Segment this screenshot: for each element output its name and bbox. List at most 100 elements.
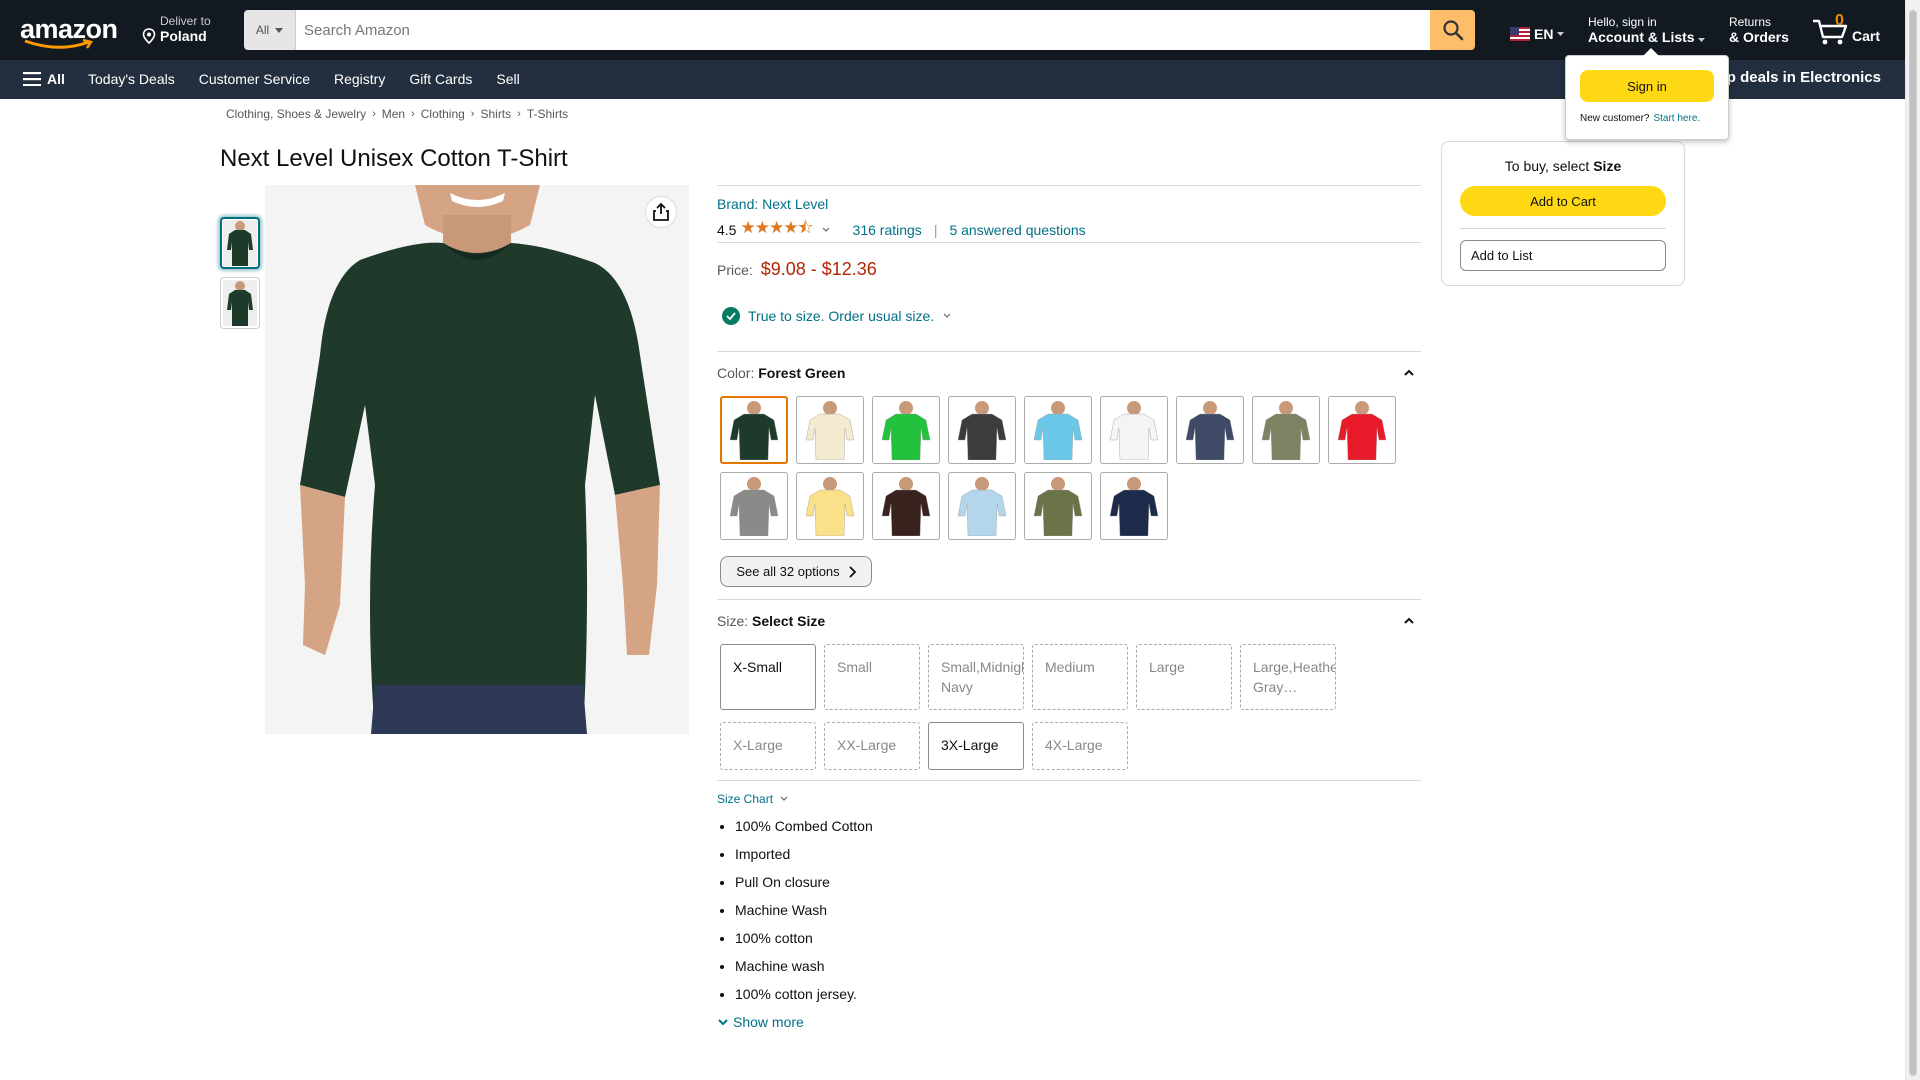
hamburger-menu-icon — [23, 72, 41, 86]
feature-bullet: 100% cotton — [735, 929, 873, 948]
tshirt-swatch-icon — [881, 401, 931, 460]
page-scrollbar[interactable] — [1905, 0, 1920, 1080]
search-category-dropdown[interactable]: All — [244, 10, 296, 50]
search-bar: All — [244, 10, 1475, 50]
scrollbar-thumb[interactable] — [1909, 10, 1917, 1076]
breadcrumb-item[interactable]: Men — [382, 107, 405, 121]
account-lists[interactable]: Hello, sign in Account & Lists — [1588, 15, 1706, 45]
color-swatch[interactable] — [872, 472, 940, 540]
share-button[interactable] — [645, 196, 677, 228]
color-swatch[interactable] — [720, 396, 788, 464]
size-chart-label: Size Chart — [717, 792, 774, 806]
size-option[interactable]: Small,Midnight Navy — [928, 644, 1024, 710]
fit-advice[interactable]: True to size. Order usual size. — [722, 307, 952, 325]
feature-bullet: 100% Combed Cotton — [735, 817, 873, 836]
size-selected: Select Size — [752, 613, 826, 629]
tshirt-swatch-icon — [729, 401, 779, 460]
product-main-image[interactable] — [265, 185, 689, 734]
breadcrumb-separator: › — [372, 108, 376, 120]
tshirt-swatch-icon — [957, 477, 1007, 536]
thumbnail-front[interactable] — [220, 217, 260, 269]
color-swatch[interactable] — [1328, 396, 1396, 464]
all-menu-button[interactable]: All — [23, 71, 65, 87]
color-swatch[interactable] — [1252, 396, 1320, 464]
breadcrumb-item[interactable]: Shirts — [480, 107, 511, 121]
deliver-to[interactable]: Deliver to Poland — [142, 14, 211, 44]
answered-questions-link[interactable]: 5 answered questions — [949, 222, 1085, 238]
search-button[interactable] — [1430, 10, 1475, 50]
amazon-logo[interactable]: amazon — [20, 14, 122, 49]
cart-button[interactable]: 0 Cart — [1812, 12, 1882, 48]
search-input[interactable] — [296, 10, 1430, 50]
feature-bullet: Pull On closure — [735, 873, 873, 892]
feature-bullet: 100% cotton jersey. — [735, 985, 873, 1004]
language-selector[interactable]: EN — [1510, 26, 1565, 42]
color-swatch[interactable] — [1024, 472, 1092, 540]
ratings-count-link[interactable]: 316 ratings — [853, 222, 922, 238]
subnav-link-todays-deals[interactable]: Today's Deals — [88, 71, 175, 87]
chevron-down-icon — [780, 796, 788, 801]
feature-bullet: Machine Wash — [735, 901, 873, 920]
chevron-down-icon[interactable] — [821, 226, 831, 234]
price-row: Price: $9.08 - $12.36 — [717, 259, 877, 280]
size-option[interactable]: X-Large — [720, 722, 816, 770]
size-chart-link[interactable]: Size Chart — [717, 792, 789, 806]
color-swatch[interactable] — [948, 472, 1016, 540]
color-swatches — [720, 396, 1400, 540]
tshirt-swatch-icon — [805, 401, 855, 460]
size-option[interactable]: 3X-Large — [928, 722, 1024, 770]
price-label: Price: — [717, 262, 753, 278]
start-here-link[interactable]: Start here. — [1653, 113, 1700, 124]
size-option[interactable]: Medium — [1032, 644, 1128, 710]
subnav-link-gift-cards[interactable]: Gift Cards — [409, 71, 472, 87]
show-more-link[interactable]: Show more — [717, 1014, 804, 1030]
add-to-list-button[interactable]: Add to List — [1460, 240, 1666, 271]
location-pin-icon — [142, 28, 156, 44]
color-swatch[interactable] — [1100, 396, 1168, 464]
size-option[interactable]: X-Small — [720, 644, 816, 710]
size-option[interactable]: Large — [1136, 644, 1232, 710]
color-swatch[interactable] — [1176, 396, 1244, 464]
tshirt-swatch-icon — [957, 401, 1007, 460]
breadcrumb-item[interactable]: Clothing, Shoes & Jewelry — [226, 107, 366, 121]
account-label: Account & Lists — [1588, 29, 1695, 45]
subnav-link-sell[interactable]: Sell — [496, 71, 519, 87]
breadcrumb-item[interactable]: T-Shirts — [527, 107, 568, 121]
chevron-up-icon[interactable] — [1403, 615, 1415, 627]
thumbnail-back[interactable] — [220, 277, 260, 329]
color-swatch[interactable] — [1024, 396, 1092, 464]
chevron-up-icon[interactable] — [1403, 367, 1415, 379]
color-swatch[interactable] — [796, 396, 864, 464]
brand-link[interactable]: Brand: Next Level — [717, 196, 828, 212]
color-swatch[interactable] — [720, 472, 788, 540]
tshirt-thumbnail-icon — [223, 220, 257, 266]
share-icon — [653, 203, 669, 221]
buy-prompt-prefix: To buy, select — [1504, 158, 1590, 174]
star-rating-icon[interactable]: ★★★★⯪ — [740, 215, 813, 244]
subnav-link-customer-service[interactable]: Customer Service — [199, 71, 310, 87]
color-swatch[interactable] — [948, 396, 1016, 464]
size-option[interactable]: XX-Large — [824, 722, 920, 770]
size-option[interactable]: Small — [824, 644, 920, 710]
size-option[interactable]: 4X-Large — [1032, 722, 1128, 770]
logo-smile-icon — [24, 39, 94, 49]
returns-orders[interactable]: Returns & Orders — [1729, 15, 1789, 45]
chevron-down-icon — [943, 313, 951, 318]
size-option[interactable]: Large,Heather Gray… — [1240, 644, 1336, 710]
color-swatch[interactable] — [1100, 472, 1168, 540]
divider — [717, 242, 1421, 243]
cart-label: Cart — [1852, 28, 1881, 44]
signin-button[interactable]: Sign in — [1580, 70, 1714, 102]
returns-label: Returns — [1729, 15, 1772, 29]
subnav-link-registry[interactable]: Registry — [334, 71, 385, 87]
breadcrumb-item[interactable]: Clothing — [421, 107, 465, 121]
color-swatch[interactable] — [796, 472, 864, 540]
color-swatch[interactable] — [872, 396, 940, 464]
breadcrumb-separator: › — [470, 108, 475, 120]
chevron-right-icon — [849, 565, 856, 578]
add-to-cart-button[interactable]: Add to Cart — [1460, 186, 1666, 216]
tshirt-model-image — [265, 185, 689, 734]
chevron-down-icon — [718, 1019, 728, 1026]
see-all-options-button[interactable]: See all 32 options — [720, 556, 872, 587]
buy-prompt-size: Size — [1593, 158, 1622, 174]
